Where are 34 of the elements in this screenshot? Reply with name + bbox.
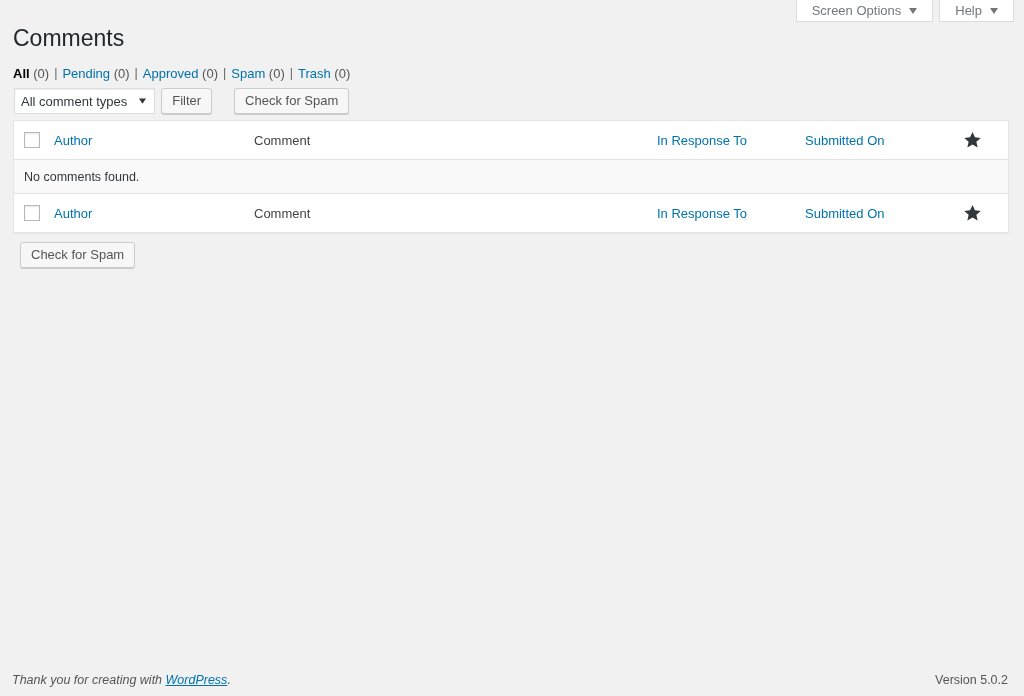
footer-credit: Thank you for creating with WordPress. [12,673,231,687]
check-for-spam-button[interactable]: Check for Spam [234,88,350,114]
column-header: Comment [254,132,311,148]
select-all-checkbox[interactable] [24,132,40,148]
screen-meta-tab[interactable]: Help [939,0,1014,22]
column-sort-link[interactable]: In Response To [657,132,748,148]
column-sort-link[interactable]: Author [54,132,93,148]
empty-message: No comments found. [14,160,1008,193]
status-filter-link[interactable]: Approved (0) [142,66,218,81]
status-filter-link[interactable]: Pending (0) [62,66,130,81]
comment-type-dropdown[interactable]: All comment types [14,88,156,114]
caret-icon [990,7,998,14]
version-text: Version 5.0.2 [935,673,1008,687]
separator: | [223,66,227,81]
star-icon [964,132,981,148]
screen-meta-tab[interactable]: Screen Options [795,0,934,22]
column-sort-link[interactable]: Author [54,205,93,221]
column-sort-link[interactable]: Submitted On [805,132,885,148]
star-icon [964,205,981,221]
status-filter-link[interactable]: Spam (0) [231,66,285,81]
column-sort-link[interactable]: Submitted On [805,205,885,221]
caret-icon [139,98,147,104]
column-sort-link[interactable]: In Response To [657,205,748,221]
select-all-checkbox[interactable] [24,205,40,221]
status-filter-link[interactable]: Trash (0) [297,66,351,81]
filter-button[interactable]: Filter [161,88,213,114]
separator: | [54,66,58,81]
page-title: Comments [13,24,126,53]
status-filter-link[interactable]: All (0) [13,66,50,81]
caret-icon [909,7,918,14]
column-header: Comment [254,205,311,221]
check-for-spam-button[interactable]: Check for Spam [20,242,136,268]
separator: | [134,66,138,81]
separator: | [289,66,293,81]
